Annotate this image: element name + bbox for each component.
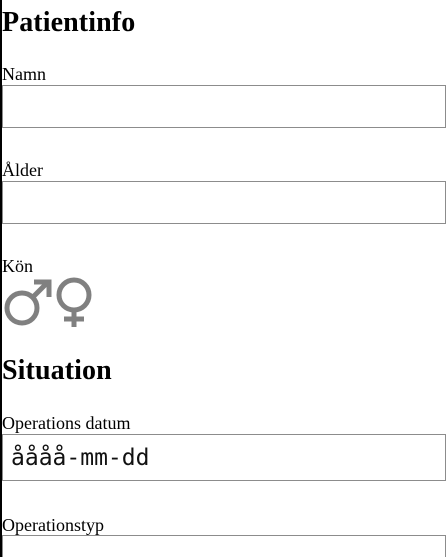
- name-label: Namn: [2, 64, 46, 84]
- name-input[interactable]: [2, 85, 446, 128]
- operation-date-placeholder: åååå-mm-dd: [11, 444, 150, 471]
- gender-selector: [2, 276, 98, 330]
- gender-label: Kön: [2, 256, 33, 276]
- operation-date-label: Operations datum: [2, 413, 131, 433]
- operation-date-input[interactable]: åååå-mm-dd: [2, 434, 446, 481]
- age-label: Ålder: [2, 160, 43, 180]
- male-icon[interactable]: [2, 276, 54, 328]
- patient-info-heading: Patientinfo: [2, 7, 136, 38]
- situation-heading: Situation: [2, 355, 112, 386]
- female-icon[interactable]: [54, 276, 98, 328]
- operation-type-input[interactable]: [2, 535, 446, 557]
- age-input[interactable]: [2, 181, 446, 224]
- patient-form: Patientinfo Namn Ålder Kön Situation Ope…: [0, 0, 446, 557]
- operation-type-label: Operationstyp: [2, 515, 104, 535]
